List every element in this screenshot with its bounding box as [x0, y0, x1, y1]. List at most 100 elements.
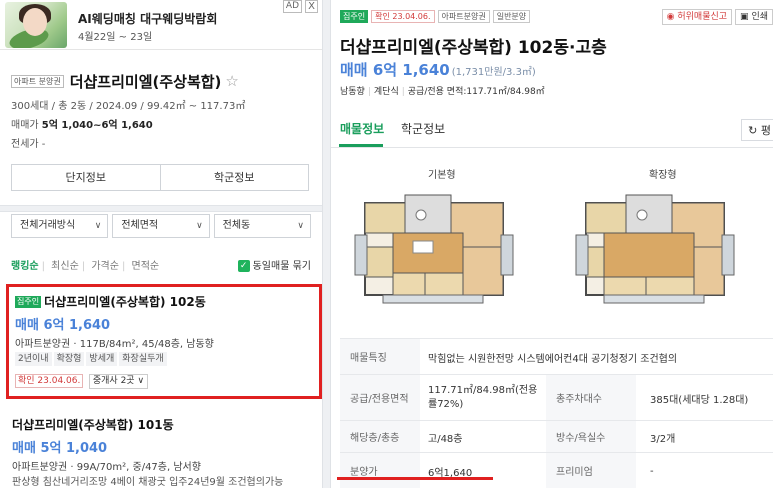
- feature-chip: 방세개: [86, 352, 118, 366]
- plan-ext-label: 확장형: [649, 170, 677, 181]
- detail-spec: 남동향 | 계단식 | 공급/전용 면적:117.71㎡/84.98㎡: [340, 87, 545, 97]
- area-value: 전체면적: [121, 220, 159, 231]
- ad-badge: AD: [282, 0, 302, 13]
- pyeong-toggle[interactable]: ↻ 평: [741, 119, 773, 141]
- row-label: 프리미엄: [546, 453, 636, 488]
- ad-thumbnail[interactable]: [5, 2, 67, 48]
- ad-subtitle: 4월22일 ~ 23일: [78, 32, 153, 43]
- sort-ranking[interactable]: 랭킹순: [11, 257, 39, 272]
- ad-close-button[interactable]: X: [305, 0, 318, 13]
- complex-lease: 전세가 -: [11, 135, 322, 150]
- row-value: 6억1,640: [428, 467, 473, 479]
- filter-bar: 전체거래방식 ∨ 전체면적 ∨ 전체동 ∨: [11, 214, 311, 238]
- row-value: -: [650, 465, 654, 477]
- listing-price: 매매 6억 1,640: [15, 318, 111, 333]
- listing-description: 판상형 침산네거리조망 4베이 채광굿 입주24년9월 조건협의가능: [12, 477, 284, 488]
- sort-latest[interactable]: 최신순: [51, 257, 79, 272]
- listing-spec: 아파트분양권 · 99A/70m², 중/47층, 남서향: [12, 462, 201, 473]
- trade-type-select[interactable]: 전체거래방식 ∨: [11, 214, 109, 238]
- bundle-same-listings-toggle[interactable]: ✓ 동일매물 묶기: [237, 257, 311, 272]
- fake-report-button[interactable]: ◉ 허위매물신고: [661, 9, 733, 25]
- detail-tabs: 매물정보 학군정보: [331, 110, 773, 148]
- favorite-star-icon[interactable]: ☆: [225, 72, 238, 90]
- print-icon: ▣: [740, 12, 749, 22]
- owner-tag: 집주인: [340, 10, 369, 23]
- floor-plan-basic-image[interactable]: [353, 185, 515, 305]
- print-label: 인쇄: [751, 12, 768, 22]
- detail-tags: 집주인 확인 23.04.06. 아파트분양권 일반분양: [340, 10, 531, 23]
- complex-lease-value: -: [41, 139, 46, 150]
- sort-bar: 랭킹순 | 최신순 | 가격순 | 면적순 ✓ 동일매물 묶기: [11, 257, 311, 272]
- row-label: 방수/욕실수: [546, 421, 636, 452]
- detail-actions: ◉ 허위매물신고 ▣ 인쇄: [661, 9, 773, 25]
- complex-info: 300세대 / 총 2동 / 2024.09 / 99.42㎡ ~ 117.73…: [11, 101, 246, 112]
- school-info-button[interactable]: 학군정보: [159, 165, 309, 190]
- ad-banner[interactable]: AI웨딩매칭 대구웨딩박람회 4월22일 ~ 23일 AD X: [0, 0, 322, 50]
- listing-item[interactable]: 더샵프리미엘(주상복합) 101동 매매 5억 1,040 아파트분양권 · 9…: [6, 410, 322, 488]
- row-label: 해당층/총층: [340, 421, 420, 452]
- row-value: 385대(세대당 1.28대): [650, 394, 749, 406]
- sort-price[interactable]: 가격순: [91, 257, 119, 272]
- detail-price: 매매 6억 1,640 (1,731만원/3.3㎡): [340, 59, 536, 80]
- complex-info-button[interactable]: 단지정보: [12, 165, 160, 190]
- active-tab-indicator: [339, 144, 383, 147]
- property-type-tag: 아파트분양권: [437, 10, 490, 23]
- row-value: 117.71㎡/84.98㎡(전용률72%): [428, 385, 538, 410]
- row-label: 매물특징: [340, 339, 420, 374]
- table-row: 해당층/총층 고/48층 방수/욕실수 3/2개: [340, 420, 773, 452]
- refresh-icon: ↻: [748, 124, 758, 137]
- row-label: 총주차대수: [546, 375, 636, 420]
- chevron-down-icon: ∨: [196, 221, 203, 231]
- listing-chips: 2년이내 확장형 방세개 화장실두개: [15, 351, 169, 366]
- sale-type-tag: 일반분양: [492, 10, 531, 23]
- row-value: 3/2개: [650, 433, 676, 445]
- detail-panel: 집주인 확인 23.04.06. 아파트분양권 일반분양 ◉ 허위매물신고 ▣ …: [331, 0, 773, 488]
- chevron-down-icon: ∨: [297, 221, 304, 231]
- complex-price: 매매가 5억 1,040~6억 1,640: [11, 116, 322, 131]
- siren-icon: ◉: [666, 12, 675, 22]
- listing-name[interactable]: 더샵프리미엘(주상복합) 101동: [12, 418, 174, 432]
- print-button[interactable]: ▣ 인쇄: [735, 9, 773, 25]
- checkbox-checked-icon[interactable]: ✓: [237, 260, 250, 272]
- complex-price-label: 매매가: [11, 120, 39, 131]
- confirm-date-badge: 확인 23.04.06.: [371, 10, 435, 23]
- complex-type-tag: 아파트 분양권: [11, 74, 64, 88]
- row-label: 분양가: [340, 453, 420, 488]
- detail-price-value: 매매 6억 1,640: [340, 61, 450, 79]
- row-value: 막힘없는 시원한전망 시스템에어컨4대 공기청정기 조건협의: [428, 353, 678, 365]
- detail-title: 더샵프리미엘(주상복합) 102동·고층: [340, 38, 607, 58]
- sort-area[interactable]: 면적순: [132, 257, 160, 272]
- feature-chip: 2년이내: [15, 352, 52, 366]
- bundle-label: 동일매물 묶기: [252, 261, 311, 272]
- complex-price-value: 5억 1,040~6억 1,640: [41, 120, 153, 131]
- complex-name: 더샵프리미엘(주상복합): [69, 72, 222, 91]
- sale-price-highlight: [337, 477, 493, 480]
- chevron-down-icon: ∨: [137, 376, 145, 386]
- listing-price: 매매 5억 1,040: [12, 441, 108, 456]
- ad-title[interactable]: AI웨딩매칭 대구웨딩박람회: [78, 10, 217, 27]
- table-row: 분양가 6억1,640 프리미엄 -: [340, 452, 773, 488]
- listing-item[interactable]: 집주인 더샵프리미엘(주상복합) 102동 매매 6억 1,640 아파트분양권 …: [6, 284, 322, 399]
- floor-plan-extended-image[interactable]: [574, 185, 736, 305]
- tab-listing-info[interactable]: 매물정보: [340, 120, 384, 137]
- area-select[interactable]: 전체면적 ∨: [112, 214, 210, 238]
- listing-panel: AI웨딩매칭 대구웨딩박람회 4월22일 ~ 23일 AD X 아파트 분양권 …: [0, 0, 322, 488]
- complex-buttons: 단지정보 학군정보: [11, 164, 309, 191]
- table-row: 공급/전용면적 117.71㎡/84.98㎡(전용률72%) 총주차대수 385…: [340, 374, 773, 420]
- chevron-down-icon: ∨: [94, 221, 102, 231]
- feature-chip: 화장실두개: [119, 352, 167, 366]
- complex-lease-label: 전세가: [11, 139, 39, 150]
- confirm-date-badge: 확인 23.04.06.: [15, 374, 84, 388]
- plan-basic-label: 기본형: [428, 170, 456, 181]
- structure: 계단식: [373, 87, 399, 97]
- listing-name[interactable]: 더샵프리미엘(주상복합) 102동: [44, 295, 206, 309]
- broker-count-dropdown[interactable]: 중개사 2곳 ∨: [88, 374, 149, 389]
- feature-chip: 확장형: [53, 352, 85, 366]
- dong-select[interactable]: 전체동 ∨: [213, 214, 311, 238]
- listing-spec: 아파트분양권 · 117B/84m², 45/48층, 남동향: [15, 339, 214, 350]
- ad-face-shape: [23, 8, 47, 36]
- pyeong-label: 평: [760, 124, 771, 137]
- panel-resize-handle[interactable]: [322, 0, 331, 488]
- section-divider: [0, 205, 322, 212]
- tab-school-info[interactable]: 학군정보: [401, 120, 445, 137]
